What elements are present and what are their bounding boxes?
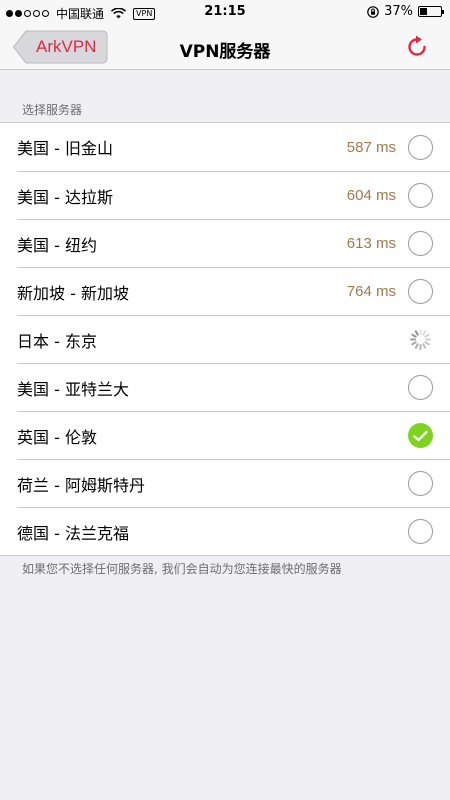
server-row-content: 英国 - 伦敦: [17, 411, 450, 459]
radio-empty-icon: [408, 519, 433, 544]
server-name: 荷兰 - 阿姆斯特丹: [17, 475, 145, 495]
server-row-content: 新加坡 - 新加坡 764 ms: [17, 267, 450, 315]
server-name: 日本 - 东京: [17, 331, 97, 351]
server-ping: 764 ms: [346, 283, 396, 300]
page-title: VPN服务器: [179, 42, 271, 62]
server-row-content: 美国 - 亚特兰大: [17, 363, 450, 411]
server-row[interactable]: 英国 - 伦敦: [0, 411, 450, 459]
radio-empty-icon: [408, 183, 433, 208]
radio-empty-icon: [408, 471, 433, 496]
radio-empty-icon: [408, 279, 433, 304]
section-header: 选择服务器: [22, 103, 83, 117]
server-row[interactable]: 美国 - 亚特兰大: [0, 363, 450, 411]
server-row-content: 日本 - 东京: [17, 315, 450, 363]
server-row[interactable]: 美国 - 纽约 613 ms: [0, 219, 450, 267]
server-row[interactable]: 新加坡 - 新加坡 764 ms: [0, 267, 450, 315]
server-name: 美国 - 纽约: [17, 235, 97, 255]
server-name: 美国 - 旧金山: [17, 139, 113, 158]
status-right: 37%: [367, 4, 444, 19]
navigation-bar: ArkVPN VPN服务器: [0, 26, 450, 70]
refresh-icon[interactable]: [404, 34, 430, 60]
server-row[interactable]: 美国 - 达拉斯 604 ms: [0, 171, 450, 219]
server-ping: 587 ms: [346, 138, 396, 156]
status-bar: 中国联通 VPN 21:15 37%: [0, 0, 450, 26]
server-row[interactable]: 美国 - 旧金山 587 ms: [0, 123, 450, 171]
battery-percent: 37%: [384, 4, 413, 19]
spinner-icon: [410, 329, 431, 350]
server-name: 美国 - 达拉斯: [17, 187, 113, 207]
server-list: 美国 - 旧金山 587 ms 美国 - 达拉斯 604 ms 美国 - 纽约 613 m…: [0, 122, 450, 556]
server-name: 美国 - 亚特兰大: [17, 379, 129, 399]
server-row-content: 德国 - 法兰克福: [17, 507, 450, 555]
battery-fill: [420, 8, 428, 15]
server-row-content: 美国 - 纽约 613 ms: [17, 219, 450, 267]
server-row-content: 荷兰 - 阿姆斯特丹: [17, 459, 450, 507]
server-row[interactable]: 日本 - 东京: [0, 315, 450, 363]
radio-empty-icon: [408, 231, 433, 256]
radio-empty-icon: [408, 134, 433, 160]
checkmark-icon: [408, 423, 433, 448]
server-row-content: 美国 - 达拉斯 604 ms: [17, 171, 450, 219]
battery-icon: [418, 6, 444, 17]
server-row[interactable]: 德国 - 法兰克福: [0, 507, 450, 555]
server-name: 英国 - 伦敦: [17, 427, 97, 447]
server-ping: 604 ms: [346, 187, 396, 204]
orientation-lock-icon: [367, 5, 379, 18]
server-row[interactable]: 荷兰 - 阿姆斯特丹: [0, 459, 450, 507]
radio-empty-icon: [408, 375, 433, 400]
server-ping: 613 ms: [346, 235, 396, 252]
section-footer: 如果您不选择任何服务器, 我们会自动为您连接最快的服务器: [22, 562, 342, 576]
server-name: 德国 - 法兰克福: [17, 523, 129, 543]
server-name: 新加坡 - 新加坡: [17, 283, 129, 303]
server-row-content: 美国 - 旧金山 587 ms: [17, 123, 450, 171]
